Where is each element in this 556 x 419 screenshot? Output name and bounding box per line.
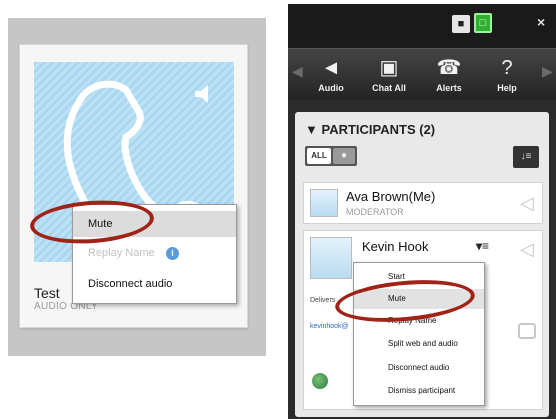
chat-icon: ▣ xyxy=(379,57,399,79)
alerts-button[interactable]: ☎ Alerts xyxy=(422,49,476,101)
lock-icon[interactable]: ■ xyxy=(452,15,470,33)
unlock-icon[interactable]: □ xyxy=(474,13,492,33)
participant-row-name: Kevin Hook xyxy=(362,239,429,254)
menu-item-dismiss-participant[interactable]: Dismiss participant xyxy=(354,381,484,401)
participant-email-link[interactable]: kevinhook@ xyxy=(310,323,349,330)
alerts-label: Alerts xyxy=(436,83,462,93)
participants-title: PARTICIPANTS (2) xyxy=(321,122,436,137)
scroll-right-icon[interactable]: ▶ xyxy=(542,63,553,80)
sort-icon[interactable]: ↓≡ xyxy=(513,146,539,168)
chat-bubble-icon[interactable] xyxy=(518,323,536,339)
speaker-icon[interactable]: ◁ xyxy=(520,239,534,260)
speaker-icon[interactable]: ◁ xyxy=(520,193,534,214)
speaker-icon[interactable] xyxy=(192,82,216,106)
chat-all-label: Chat All xyxy=(372,83,406,93)
audio-label: Audio xyxy=(318,83,344,93)
chat-all-button[interactable]: ▣ Chat All xyxy=(362,49,416,101)
mic-filter-icon[interactable]: ● xyxy=(333,148,355,164)
scroll-left-icon[interactable]: ◀ xyxy=(292,63,303,80)
help-label: Help xyxy=(497,83,517,93)
panel-title-bar: ■ □ × xyxy=(288,4,556,48)
help-icon: ? xyxy=(501,57,513,79)
audio-button[interactable]: ◄ Audio xyxy=(304,49,358,101)
info-icon: i xyxy=(166,247,179,260)
participant-name: Test xyxy=(34,285,60,301)
globe-icon xyxy=(312,373,328,389)
avatar xyxy=(310,189,338,217)
close-icon[interactable]: × xyxy=(537,14,545,30)
menu-item-replay-name: Replay Name i xyxy=(73,240,236,266)
collapse-triangle-icon: ▼ xyxy=(305,122,318,137)
filter-segment: ALL ● xyxy=(305,146,357,166)
participant-row-role: MODERATOR xyxy=(346,207,404,217)
speaker-icon: ◄ xyxy=(321,57,341,79)
filter-all-button[interactable]: ALL xyxy=(307,148,331,164)
participant-details: Delivers xyxy=(310,297,336,304)
phone-alert-icon: ☎ xyxy=(436,57,462,79)
avatar xyxy=(310,237,352,279)
participant-row-name: Ava Brown(Me) xyxy=(346,189,436,204)
menu-item-disconnect-audio[interactable]: Disconnect audio xyxy=(354,358,484,378)
row-menu-icon[interactable]: ▾≡ xyxy=(476,239,489,253)
help-button[interactable]: ? Help xyxy=(480,49,534,101)
participant-row-ava[interactable]: Ava Brown(Me) MODERATOR ◁ xyxy=(303,182,543,224)
panel-toolbar: ◀ ◄ Audio ▣ Chat All ☎ Alerts ? Help ▶ xyxy=(288,48,556,100)
menu-item-disconnect-audio[interactable]: Disconnect audio xyxy=(73,271,236,297)
participants-header[interactable]: ▼ PARTICIPANTS (2) xyxy=(305,122,435,137)
menu-item-split-web-audio[interactable]: Split web and audio xyxy=(354,334,484,354)
replay-name-label: Replay Name xyxy=(88,247,155,259)
